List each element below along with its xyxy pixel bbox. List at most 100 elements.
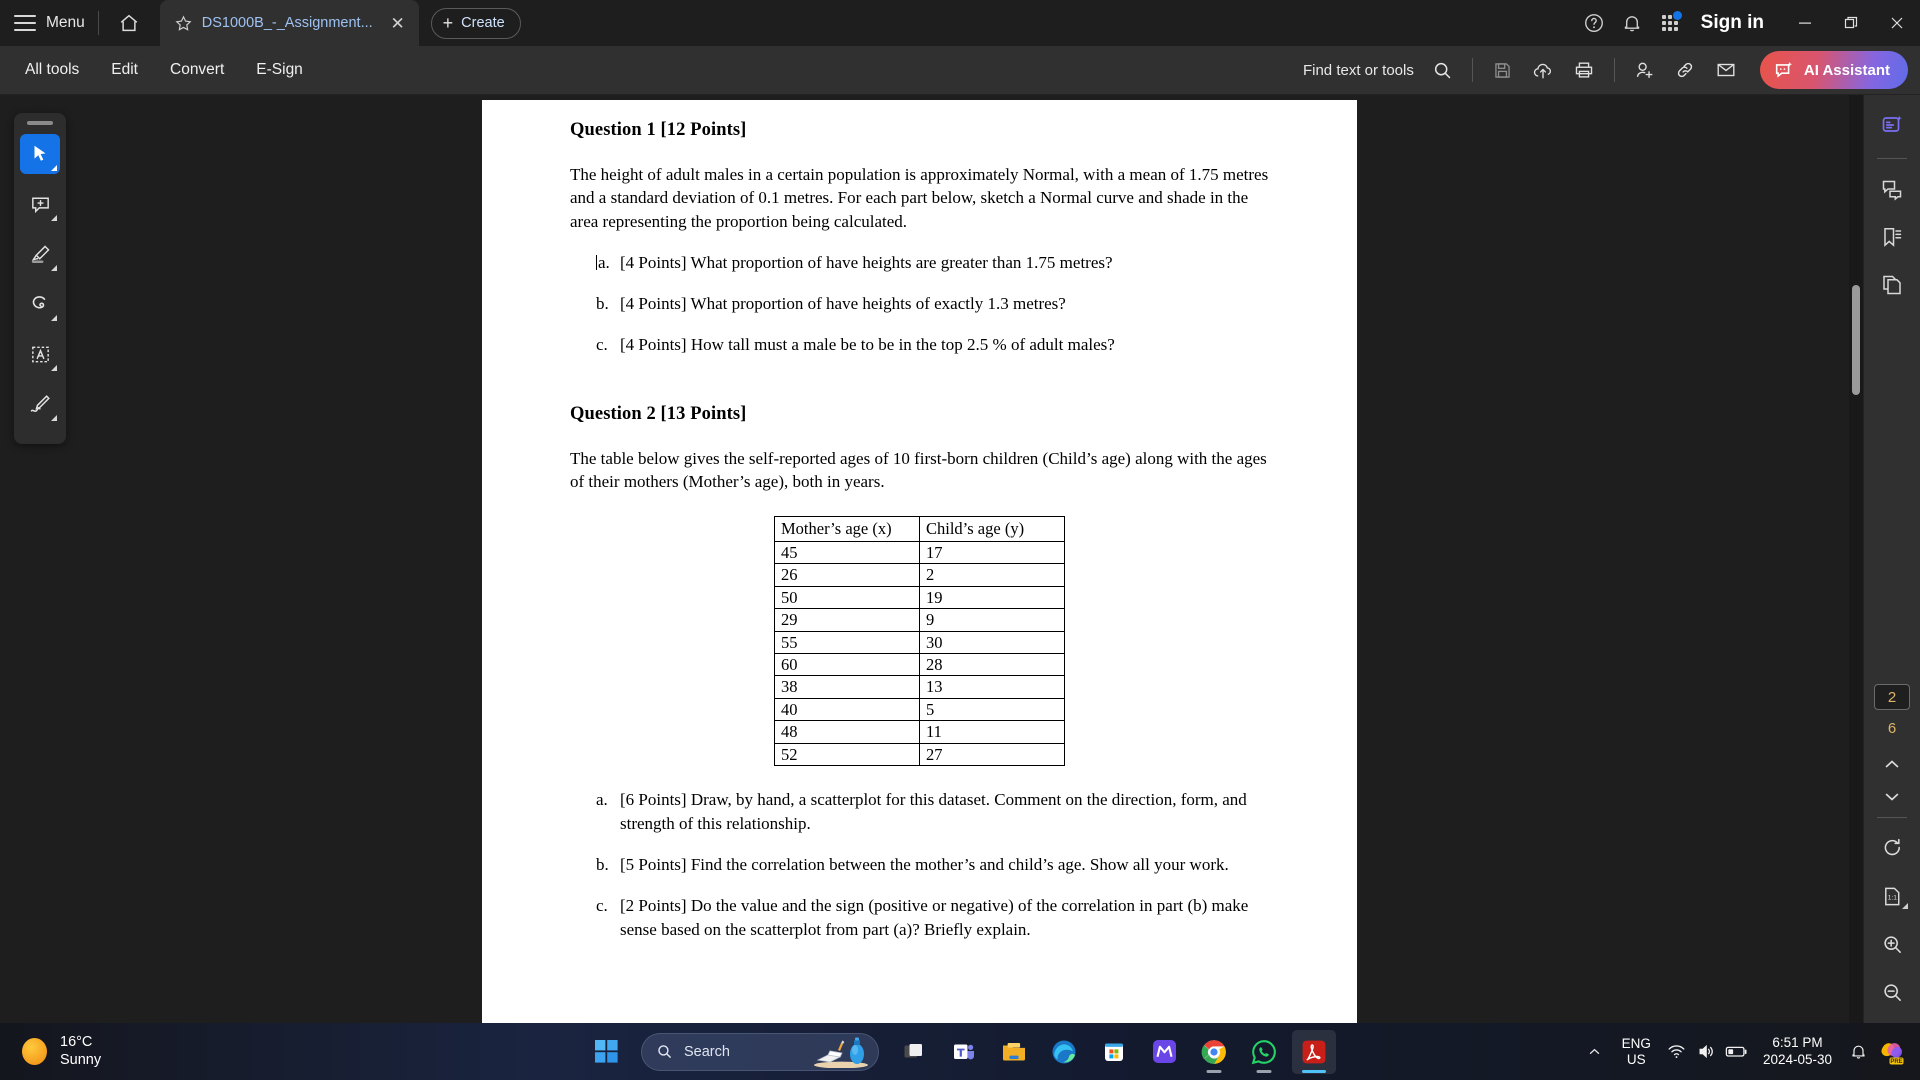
document-tab[interactable]: DS1000B_-_Assignment... ✕	[159, 0, 419, 46]
drag-grip[interactable]	[27, 121, 53, 125]
volume-button[interactable]	[1693, 1032, 1721, 1072]
page-number-input[interactable]: 2	[1874, 683, 1910, 711]
whatsapp-button[interactable]	[1242, 1030, 1286, 1074]
select-tool-button[interactable]	[20, 134, 60, 174]
weather-widget[interactable]: 16°C Sunny	[22, 1034, 101, 1068]
table-row: 48 11	[774, 720, 1065, 744]
chevron-up-icon	[1589, 1048, 1600, 1054]
fit-page-button[interactable]: 1:1	[1872, 879, 1912, 914]
menu-button[interactable]: Menu	[46, 14, 85, 32]
tool-options-corner	[1902, 902, 1908, 909]
child-age-cell: 5	[919, 697, 1065, 722]
text-caret	[596, 255, 597, 271]
task-view-button[interactable]	[892, 1030, 936, 1074]
pdf-page[interactable]: Question 1 [12 Points] The height of adu…	[482, 100, 1357, 1023]
search-input[interactable]: Search	[641, 1032, 879, 1071]
wifi-button[interactable]	[1663, 1032, 1691, 1072]
ai-assistant-label: AI Assistant	[1803, 61, 1890, 79]
star-icon[interactable]	[174, 14, 193, 33]
chevron-down-icon	[1885, 793, 1899, 801]
zoom-in-button[interactable]	[1872, 927, 1912, 962]
find-button[interactable]	[1422, 51, 1463, 89]
question-2-parts: a. [6 Points] Draw, by hand, a scatterpl…	[570, 788, 1269, 941]
fill-and-sign-tool-button[interactable]	[20, 384, 60, 424]
zoom-out-button[interactable]	[1872, 975, 1912, 1010]
close-tab-icon[interactable]: ✕	[385, 10, 411, 36]
whatsapp-icon	[1251, 1039, 1276, 1064]
add-text-tool-button[interactable]	[20, 334, 60, 374]
menu-e-sign[interactable]: E-Sign	[243, 55, 316, 85]
microsoft-store-button[interactable]	[1092, 1030, 1136, 1074]
highlight-tool-button[interactable]	[20, 234, 60, 274]
rotate-clockwise-icon	[1884, 838, 1900, 856]
part-text: [2 Points] Do the value and the sign (po…	[620, 895, 1249, 939]
clock[interactable]: 6:51 PM 2024-05-30	[1753, 1035, 1842, 1067]
weather-text: 16°C Sunny	[60, 1034, 101, 1068]
previous-page-button[interactable]	[1872, 747, 1912, 780]
comment-bubbles-icon	[1882, 181, 1902, 202]
microsoft-edge-button[interactable]	[1042, 1030, 1086, 1074]
start-button[interactable]	[584, 1030, 628, 1074]
mother-age-cell: 50	[774, 585, 920, 610]
print-button[interactable]	[1564, 51, 1605, 89]
scrollbar-thumb[interactable]	[1852, 285, 1860, 395]
close-window-button[interactable]	[1874, 0, 1920, 46]
show-hidden-icons-button[interactable]	[1580, 1032, 1610, 1072]
child-age-cell: 17	[919, 540, 1065, 565]
ai-assistant-button[interactable]: AI Assistant	[1759, 51, 1908, 89]
comments-panel-button[interactable]	[1872, 172, 1912, 207]
restore-window-button[interactable]	[1828, 0, 1874, 46]
mega-icon	[1152, 1040, 1176, 1063]
draw-tool-button[interactable]	[20, 284, 60, 324]
home-button[interactable]	[112, 6, 146, 40]
page-thumbnails-panel-button[interactable]	[1872, 268, 1912, 303]
google-chrome-button[interactable]	[1192, 1030, 1236, 1074]
microsoft-teams-button[interactable]	[942, 1030, 986, 1074]
battery-button[interactable]	[1723, 1032, 1751, 1072]
upload-button[interactable]	[1523, 51, 1564, 89]
upload-cloud-icon	[1534, 63, 1552, 79]
next-page-button[interactable]	[1872, 781, 1912, 814]
print-icon	[1576, 62, 1593, 78]
table-row: 60 28	[774, 652, 1065, 677]
language-indicator[interactable]: ENG US	[1612, 1036, 1661, 1067]
help-button[interactable]	[1575, 4, 1613, 42]
adobe-acrobat-button[interactable]	[1292, 1029, 1336, 1074]
document-viewport[interactable]: Question 1 [12 Points] The height of adu…	[0, 95, 1863, 1023]
svg-text:1:1: 1:1	[1887, 895, 1897, 902]
find-label[interactable]: Find text or tools	[1303, 62, 1414, 79]
add-comment-tool-button[interactable]	[20, 184, 60, 224]
create-button[interactable]: + Create	[430, 7, 521, 39]
part-text: [4 Points] What proportion of have heigh…	[620, 294, 1066, 314]
ai-assistant-panel-button[interactable]	[1872, 107, 1912, 142]
email-button[interactable]	[1706, 51, 1747, 89]
copy-link-button[interactable]	[1665, 51, 1706, 89]
menu-edit[interactable]: Edit	[98, 55, 151, 85]
apps-notification-dot	[1672, 11, 1682, 20]
hamburger-menu-icon[interactable]	[14, 15, 36, 31]
document-scrollbar[interactable]	[1849, 95, 1863, 1023]
part-text: [4 Points] What proportion of have heigh…	[620, 253, 1113, 273]
notifications-button[interactable]	[1844, 1032, 1872, 1072]
file-explorer-button[interactable]	[992, 1030, 1036, 1074]
bookmark-lines-icon	[1884, 228, 1902, 248]
menu-convert[interactable]: Convert	[157, 55, 237, 85]
mega-button[interactable]	[1142, 1030, 1186, 1074]
notifications-button[interactable]	[1613, 4, 1651, 42]
tool-options-corner	[51, 165, 57, 171]
annotation-tool-rail	[14, 113, 66, 444]
part-marker: c.	[596, 334, 608, 354]
sign-in-button[interactable]: Sign in	[1701, 12, 1764, 34]
table-row: 50 19	[774, 585, 1065, 610]
apps-button[interactable]	[1651, 4, 1689, 42]
language-line-1: ENG	[1621, 1035, 1651, 1051]
copilot-button[interactable]: PRE	[1874, 1032, 1910, 1072]
save-button[interactable]	[1482, 51, 1523, 89]
share-with-people-button[interactable]	[1624, 51, 1665, 89]
question-1-part-a: a. [4 Points] What proportion of have he…	[596, 251, 1269, 275]
chevron-up-icon	[1885, 760, 1899, 768]
rotate-page-button[interactable]	[1872, 831, 1912, 866]
bookmarks-panel-button[interactable]	[1872, 220, 1912, 255]
minimize-window-button[interactable]	[1782, 0, 1828, 46]
menu-all-tools[interactable]: All tools	[12, 55, 92, 85]
